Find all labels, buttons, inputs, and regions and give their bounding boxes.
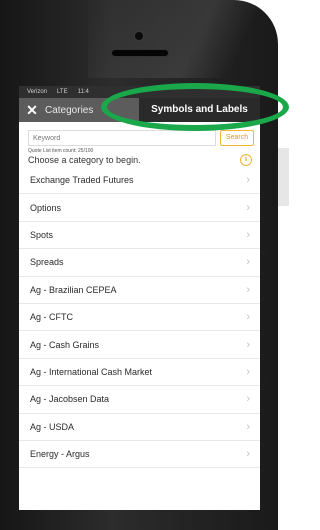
chevron-right-icon: › [246, 256, 250, 269]
instruction-row: Choose a category to begin. i [19, 154, 260, 166]
list-item[interactable]: Ag - USDA › [19, 414, 260, 441]
front-camera [135, 32, 143, 40]
list-item[interactable]: Ag - Brazilian CEPEA › [19, 277, 260, 304]
carrier-label: Verizon [27, 89, 48, 95]
info-icon[interactable]: i [240, 154, 252, 166]
list-item[interactable]: Options › [19, 194, 260, 222]
list-item[interactable]: Exchange Traded Futures › [19, 167, 260, 195]
chevron-right-icon: › [246, 174, 250, 187]
status-bar: Verizon LTE 11:4 [19, 86, 260, 98]
list-item-label: Ag - Cash Grains [30, 339, 100, 350]
list-item[interactable]: Ag - Jacobsen Data › [19, 386, 260, 414]
categories-title: Categories [45, 104, 94, 116]
list-item-label: Ag - USDA [30, 421, 75, 432]
chevron-right-icon: › [246, 311, 250, 324]
chevron-right-icon: › [246, 338, 250, 351]
phone-screen: Verizon LTE 11:4 ✕ Categories Symbols an… [19, 86, 260, 510]
list-item[interactable]: Spots › [19, 222, 260, 250]
list-item[interactable]: Spreads › [19, 249, 260, 277]
quote-list-count: Quote List item count: 25/100 [28, 148, 94, 154]
chevron-right-icon: › [246, 448, 250, 461]
nav-bar: ✕ Categories Symbols and Labels [19, 98, 260, 122]
list-item[interactable]: Ag - International Cash Market › [19, 359, 260, 387]
symbols-and-labels-button[interactable]: Symbols and Labels [139, 98, 260, 122]
chevron-right-icon: › [246, 393, 250, 406]
keyword-search-input[interactable] [28, 130, 216, 146]
list-item-label: Ag - CFTC [30, 312, 74, 323]
chevron-right-icon: › [246, 283, 250, 296]
list-item-label: Spreads [30, 257, 64, 268]
earpiece-speaker [112, 50, 168, 56]
category-list: Exchange Traded Futures › Options › Spots ›… [19, 167, 260, 469]
list-item-label: Ag - Jacobsen Data [30, 394, 110, 405]
phone-frame: Verizon LTE 11:4 ✕ Categories Symbols an… [0, 0, 288, 530]
search-row: Search [19, 122, 260, 146]
chevron-right-icon: › [246, 201, 250, 214]
list-item[interactable]: Ag - CFTC › [19, 304, 260, 332]
list-item[interactable]: Energy - Argus › [19, 441, 260, 469]
list-item-label: Ag - International Cash Market [30, 366, 153, 377]
list-item-label: Options [30, 202, 62, 213]
time-label: 11:4 [77, 89, 89, 95]
chevron-right-icon: › [246, 365, 250, 378]
list-item-label: Exchange Traded Futures [30, 175, 134, 186]
search-button[interactable]: Search [220, 130, 254, 146]
instruction-text: Choose a category to begin. [28, 155, 141, 165]
list-item-label: Spots [30, 229, 54, 240]
list-item[interactable]: Ag - Cash Grains › [19, 331, 260, 359]
chevron-right-icon: › [246, 228, 250, 241]
close-icon[interactable]: ✕ [21, 102, 43, 119]
chevron-right-icon: › [246, 420, 250, 433]
list-item-label: Ag - Brazilian CEPEA [30, 284, 117, 295]
network-label: LTE [57, 89, 68, 95]
list-item-label: Energy - Argus [30, 449, 90, 460]
